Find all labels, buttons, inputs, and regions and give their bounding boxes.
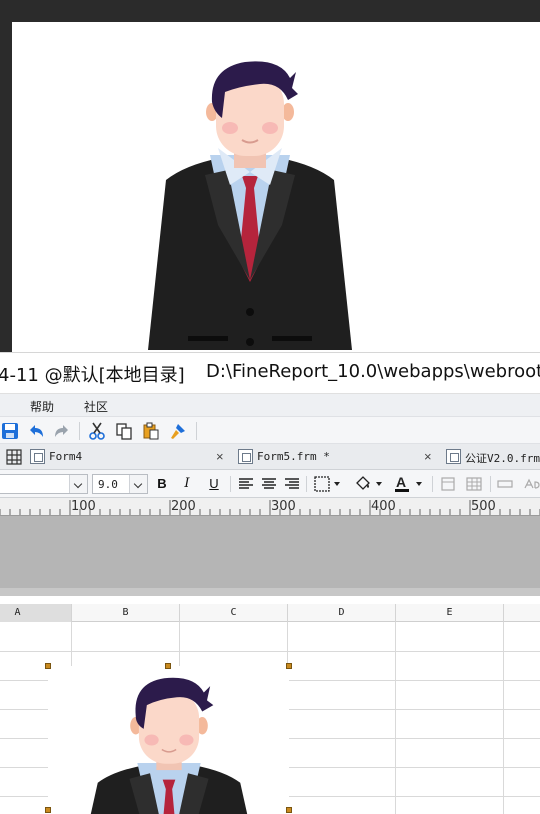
floating-image-element[interactable] xyxy=(48,666,289,814)
resize-handle-top[interactable] xyxy=(165,663,171,669)
align-right-icon[interactable] xyxy=(284,477,300,496)
column-header-f[interactable] xyxy=(504,604,540,622)
toolbar-separator xyxy=(196,422,197,440)
tab-label: 公证V2.0.frm xyxy=(465,452,540,465)
form-file-icon xyxy=(446,449,461,464)
grid-icon[interactable] xyxy=(6,449,22,470)
ruler-label: 400 xyxy=(371,499,396,514)
tab-notary[interactable]: 公证V2.0.frm xyxy=(444,446,540,468)
toolbar-separator xyxy=(79,422,80,440)
bold-button[interactable]: B xyxy=(152,474,172,494)
toolbar-separator xyxy=(306,476,307,492)
column-header-e[interactable]: E xyxy=(396,604,504,622)
chevron-down-icon xyxy=(129,475,147,493)
window-title-version: 4-11 @默认[本地目录] xyxy=(0,365,185,386)
cut-icon[interactable] xyxy=(87,421,107,441)
tab-close-icon[interactable]: × xyxy=(424,449,432,464)
resize-handle-top-right[interactable] xyxy=(286,663,292,669)
tab-form5[interactable]: Form5.frm * × xyxy=(236,446,441,468)
window-title-path: D:\FineReport_10.0\webapps\webroot\ xyxy=(206,361,540,382)
toolbar-separator xyxy=(490,476,491,492)
tab-close-icon[interactable]: × xyxy=(216,449,224,464)
design-canvas-margin xyxy=(0,516,540,596)
paste-icon[interactable] xyxy=(141,421,161,441)
fill-color-icon[interactable] xyxy=(354,475,384,498)
font-color-icon[interactable]: A xyxy=(394,474,426,499)
column-header-c[interactable]: C xyxy=(180,604,288,622)
resize-handle-bottom-left[interactable] xyxy=(45,807,51,813)
column-header-b[interactable]: B xyxy=(72,604,180,622)
font-size-select[interactable]: 9.0 xyxy=(92,474,148,494)
ruler-label: 100 xyxy=(71,499,96,514)
column-header-row: A B C D E xyxy=(0,604,540,622)
font-family-select[interactable] xyxy=(0,474,88,494)
toolbar-separator xyxy=(230,476,231,492)
format-toolbar: 9.0 B I U A xyxy=(0,470,540,498)
window-top-edge xyxy=(0,0,540,22)
ruler-label: 500 xyxy=(471,499,496,514)
form-file-icon xyxy=(30,449,45,464)
underline-button[interactable]: U xyxy=(204,474,224,494)
main-toolbar xyxy=(0,416,540,444)
window-title-bar: 4-11 @默认[本地目录] D:\FineReport_10.0\webapp… xyxy=(0,352,540,393)
window-left-edge xyxy=(0,0,12,352)
align-center-icon[interactable] xyxy=(261,477,277,496)
menu-item-help[interactable]: 帮助 xyxy=(30,398,54,415)
table-icon[interactable] xyxy=(441,477,455,496)
format-painter-icon[interactable] xyxy=(168,421,188,441)
save-icon[interactable] xyxy=(0,421,20,441)
tab-label: Form4 xyxy=(49,450,83,463)
tab-label: Form5.frm * xyxy=(257,450,330,463)
horizontal-ruler: 100 200 300 400 500 xyxy=(0,498,540,516)
merge-icon[interactable] xyxy=(497,477,513,496)
preview-image-panel xyxy=(12,22,540,352)
resize-handle-bottom-right[interactable] xyxy=(286,807,292,813)
column-header-d[interactable]: D xyxy=(288,604,396,622)
chevron-down-icon xyxy=(69,475,87,493)
resize-handle-top-left[interactable] xyxy=(45,663,51,669)
menu-bar: 帮助 社区 xyxy=(0,393,540,416)
spreadsheet-grid[interactable]: A B C D E xyxy=(0,596,540,814)
redo-icon[interactable] xyxy=(52,421,72,441)
businessman-illustration xyxy=(148,61,352,350)
italic-button[interactable]: I xyxy=(177,474,197,494)
grid-table-icon[interactable] xyxy=(466,477,482,496)
copy-icon[interactable] xyxy=(114,421,134,441)
menu-item-community[interactable]: 社区 xyxy=(84,398,108,415)
businessman-illustration xyxy=(90,677,248,814)
undo-icon[interactable] xyxy=(26,421,46,441)
text-style-icon[interactable] xyxy=(523,477,540,496)
grid-line xyxy=(0,651,540,652)
border-icon[interactable] xyxy=(314,476,342,497)
form-file-icon xyxy=(238,449,253,464)
column-header-a[interactable]: A xyxy=(0,604,72,622)
align-left-icon[interactable] xyxy=(238,477,254,496)
font-size-value: 9.0 xyxy=(98,478,118,491)
toolbar-separator xyxy=(432,476,433,492)
tab-form4[interactable]: Form4 × xyxy=(28,446,233,468)
tab-bar: Form4 × Form5.frm * × 公证V2.0.frm xyxy=(0,444,540,470)
ruler-label: 200 xyxy=(171,499,196,514)
ruler-label: 300 xyxy=(271,499,296,514)
svg-text:A: A xyxy=(396,474,406,490)
